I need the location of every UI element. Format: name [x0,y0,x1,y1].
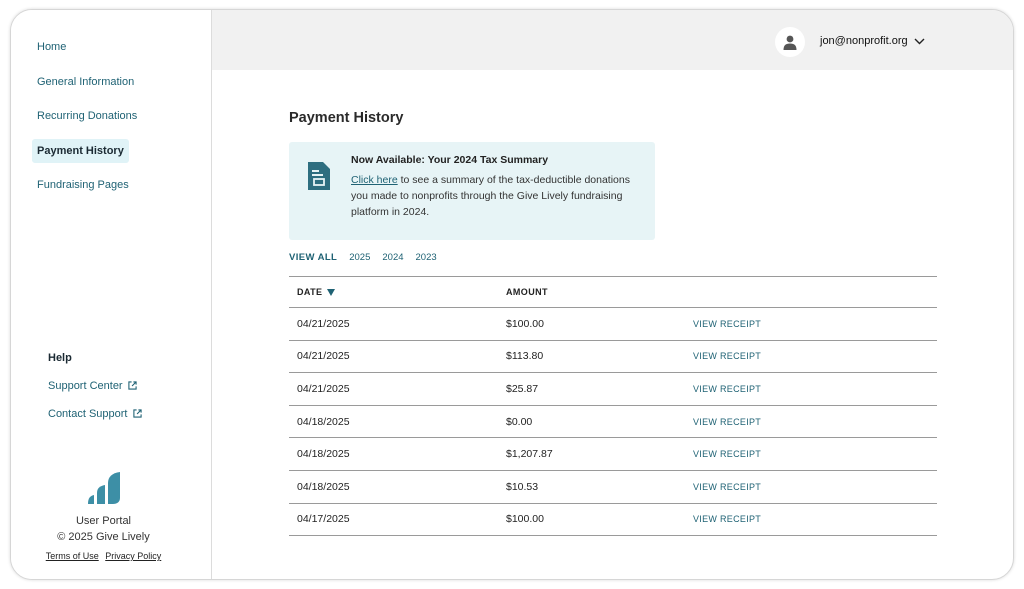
row-date: 04/17/2025 [297,513,350,526]
view-receipt-button[interactable]: VIEW RECEIPT [693,351,761,361]
table-row: 04/18/2025 $1,207.87 VIEW RECEIPT [289,438,937,471]
privacy-policy-link[interactable]: Privacy Policy [105,551,161,561]
year-filters: VIEW ALL 2025 2024 2023 [289,252,437,263]
external-link-icon [128,381,137,390]
chevron-down-icon [914,38,925,44]
sidebar-item-payment-history[interactable]: Payment History [32,138,129,163]
sidebar-item-recurring-donations[interactable]: Recurring Donations [32,104,142,128]
view-receipt-button[interactable]: VIEW RECEIPT [693,514,761,524]
date-header-label: DATE [297,287,323,297]
table-row: 04/21/2025 $100.00 VIEW RECEIPT [289,308,937,341]
main-content: Payment History Now Available: Your 2024… [289,70,1013,579]
user-email: jon@nonprofit.org [820,35,908,47]
table-row: 04/21/2025 $113.80 VIEW RECEIPT [289,341,937,374]
brand-footer: User Portal © 2025 Give Lively Terms of … [11,471,196,561]
row-amount: $100.00 [506,513,544,526]
sidebar-item-wrapper: Payment History [32,138,142,163]
row-amount: $0.00 [506,415,533,428]
view-receipt-button[interactable]: VIEW RECEIPT [693,449,761,459]
support-center-link[interactable]: Support Center [48,380,142,392]
sidebar-item-fundraising-pages[interactable]: Fundraising Pages [32,173,142,197]
user-icon [783,35,797,50]
row-amount: $113.80 [506,350,544,363]
top-header: jon@nonprofit.org [212,10,1013,70]
view-receipt-button[interactable]: VIEW RECEIPT [693,482,761,492]
support-center-label: Support Center [48,380,123,392]
filter-view-all[interactable]: VIEW ALL [289,252,337,263]
date-column-header[interactable]: DATE [289,287,506,297]
view-receipt-button[interactable]: VIEW RECEIPT [693,384,761,394]
terms-of-use-link[interactable]: Terms of Use [46,551,99,561]
help-title: Help [48,352,72,364]
sidebar-item-general-information[interactable]: General Information [32,70,142,94]
external-link-icon [132,409,142,418]
banner-title: Now Available: Your 2024 Tax Summary [351,154,549,166]
contact-support-link[interactable]: Contact Support [48,408,142,420]
row-date: 04/18/2025 [297,415,350,428]
sidebar-item-home[interactable]: Home [32,35,142,59]
sidebar-nav: Home General Information Recurring Donat… [32,35,142,208]
copyright: © 2025 Give Lively [57,531,150,543]
product-name: User Portal [75,515,132,527]
amount-column-header: AMOUNT [506,287,548,297]
row-amount: $100.00 [506,317,544,330]
table-header: DATE AMOUNT [289,277,937,308]
sort-down-icon [327,288,336,296]
table-row: 04/18/2025 $0.00 VIEW RECEIPT [289,406,937,439]
page-title: Payment History [289,110,404,126]
table-row: 04/17/2025 $100.00 VIEW RECEIPT [289,504,937,537]
row-date: 04/21/2025 [297,317,350,330]
tax-summary-link[interactable]: Click here [351,174,398,186]
table-row: 04/18/2025 $10.53 VIEW RECEIPT [289,471,937,504]
user-menu[interactable]: jon@nonprofit.org [820,35,925,47]
row-amount: $10.53 [506,480,539,493]
row-amount: $25.87 [506,382,539,395]
tax-summary-banner: Now Available: Your 2024 Tax Summary Cli… [289,142,655,240]
payment-table: DATE AMOUNT 04/21/2025 $100.00 VIEW RECE… [289,276,937,537]
banner-text: Click here to see a summary of the tax-d… [351,172,647,220]
avatar[interactable] [775,27,805,57]
row-date: 04/21/2025 [297,350,350,363]
sidebar: Home General Information Recurring Donat… [11,10,212,579]
row-date: 04/18/2025 [297,480,350,493]
document-icon [308,162,330,190]
give-lively-logo [87,472,120,504]
filter-2025[interactable]: 2025 [349,252,370,263]
filter-2024[interactable]: 2024 [382,252,403,263]
app-window: Home General Information Recurring Donat… [10,9,1014,580]
contact-support-label: Contact Support [48,408,128,420]
row-date: 04/21/2025 [297,382,350,395]
legal-links: Terms of Use Privacy Policy [11,551,196,561]
view-receipt-button[interactable]: VIEW RECEIPT [693,319,761,329]
help-section: Help Support Center Contact Support [48,352,142,436]
row-amount: $1,207.87 [506,448,553,461]
row-date: 04/18/2025 [297,448,350,461]
view-receipt-button[interactable]: VIEW RECEIPT [693,417,761,427]
table-row: 04/21/2025 $25.87 VIEW RECEIPT [289,373,937,406]
filter-2023[interactable]: 2023 [416,252,437,263]
